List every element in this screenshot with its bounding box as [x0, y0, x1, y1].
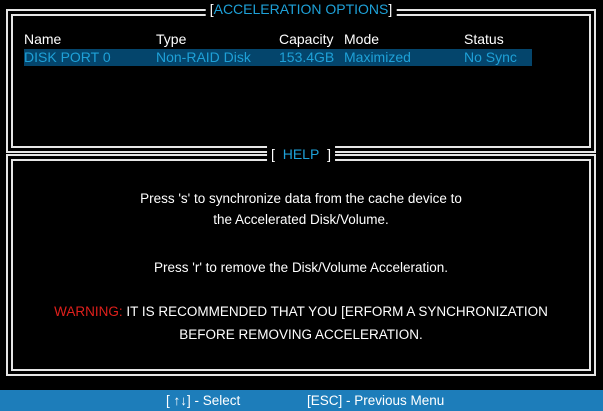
acceleration-options-panel: [ACCELERATION OPTIONS] Name Type Capacit…: [6, 1, 596, 153]
acceleration-options-title: [ACCELERATION OPTIONS]: [205, 1, 397, 17]
help-text-sync: Press 's' to synchronize data from the c…: [140, 191, 462, 206]
table-header: Name Type Capacity Mode Status: [24, 31, 578, 48]
warning-text: IT IS RECOMMENDED THAT YOU [ERFORM A SYN…: [122, 304, 548, 319]
select-key-hint[interactable]: [ ↑↓] - Select: [166, 390, 240, 411]
column-header-name: Name: [24, 31, 62, 47]
help-text-remove: Press 'r' to remove the Disk/Volume Acce…: [153, 260, 449, 275]
help-title: [ HELP ]: [267, 146, 335, 162]
warning-label: WARNING:: [54, 304, 123, 319]
help-panel: [ HELP ] Press 's' to synchronize data f…: [6, 146, 596, 376]
disk-mode: Maximized: [344, 49, 411, 65]
disk-status: No Sync: [464, 49, 517, 65]
footer-key-bar: [ ↑↓] - Select [ESC] - Previous Menu: [0, 390, 603, 411]
column-header-type: Type: [156, 31, 187, 47]
disk-capacity: 153.4GB: [279, 49, 335, 65]
disk-name: DISK PORT 0: [24, 49, 111, 65]
warning-line: WARNING: IT IS RECOMMENDED THAT YOU [ERF…: [6, 304, 596, 320]
column-header-mode: Mode: [344, 31, 380, 47]
column-header-capacity: Capacity: [279, 31, 334, 47]
warning-line-2: BEFORE REMOVING ACCELERATION.: [179, 327, 423, 342]
table-row-disk-port-0[interactable]: DISK PORT 0 Non-RAID Disk 153.4GB Maximi…: [24, 49, 578, 66]
help-text-sync-target: the Accelerated Disk/Volume.: [213, 212, 389, 227]
previous-menu-key-hint[interactable]: [ESC] - Previous Menu: [307, 390, 444, 411]
disk-type: Non-RAID Disk: [156, 49, 251, 65]
column-header-status: Status: [464, 31, 504, 47]
